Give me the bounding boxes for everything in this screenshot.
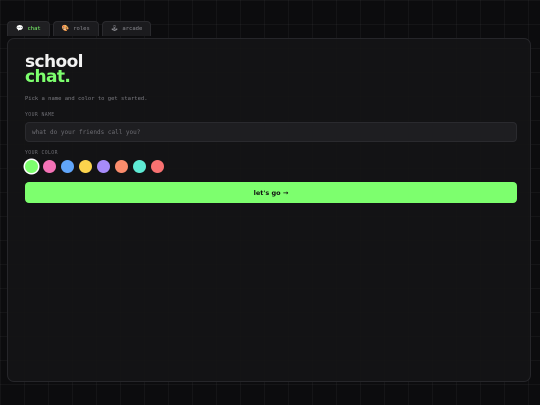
tab-chat[interactable]: 💬 chat [7, 21, 50, 36]
tab-label: chat [27, 26, 41, 32]
subtitle: Pick a name and color to get started. [25, 96, 148, 102]
color-swatch[interactable] [79, 160, 92, 173]
app-title: school chat. [25, 54, 83, 87]
color-swatch[interactable] [43, 160, 56, 173]
color-swatch[interactable] [97, 160, 110, 173]
name-input[interactable] [25, 122, 517, 142]
color-swatch[interactable] [133, 160, 146, 173]
speech-bubble-icon: 💬 [16, 25, 24, 32]
color-swatch[interactable] [61, 160, 74, 173]
joystick-icon: 🕹 [110, 25, 119, 32]
lets-go-button[interactable]: let's go → [25, 182, 517, 203]
tab-roles[interactable]: 🎨 roles [52, 21, 99, 36]
color-swatch[interactable] [25, 160, 38, 173]
color-picker [25, 160, 164, 173]
chat-login-panel: school chat. Pick a name and color to ge… [7, 38, 531, 382]
tab-label: roles [73, 26, 90, 32]
color-label: YOUR COLOR [25, 151, 58, 156]
color-swatch[interactable] [151, 160, 164, 173]
tab-label: arcade [122, 26, 143, 32]
title-line-2: chat. [25, 67, 71, 87]
color-swatch[interactable] [115, 160, 128, 173]
name-label: YOUR NAME [25, 113, 55, 118]
palette-icon: 🎨 [61, 25, 70, 32]
tab-arcade[interactable]: 🕹 arcade [101, 21, 152, 36]
tab-bar: 💬 chat 🎨 roles 🕹 arcade [7, 21, 152, 36]
